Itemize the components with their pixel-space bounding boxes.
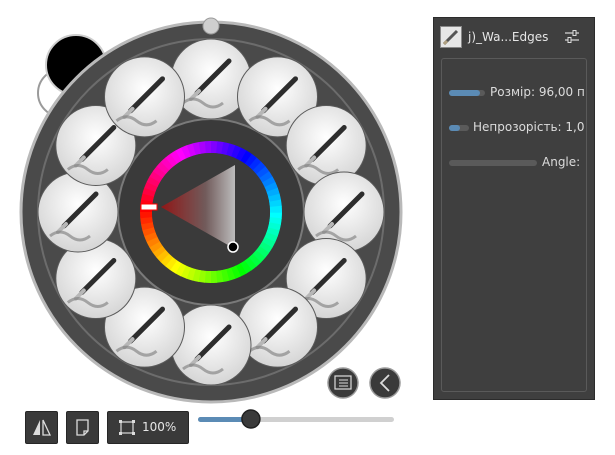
hue-segment [140,211,153,219]
brush-slot-fan-brush-preset[interactable] [104,56,185,138]
angle-slider-track [449,160,537,166]
size-slider-track [449,90,485,96]
size-slider-fill [449,90,480,96]
preset-thumbnail [440,26,462,48]
zoom-reset-button[interactable]: 100% [107,411,189,444]
rotate-handle[interactable] [202,17,220,35]
angle-slider-label: Angle: [542,155,581,169]
docker-header: j)_Wa...Edges [434,18,594,56]
mirror-canvas-button[interactable] [25,411,58,444]
canvas-icon [76,419,89,436]
hue-segment [269,205,283,213]
fit-to-view-icon [119,420,135,435]
color-cursor[interactable] [227,241,239,253]
hue-segment [204,141,212,154]
opacity-slider-track [449,125,469,131]
size-slider-label: Розмір: 96,00 п [490,85,585,99]
opacity-slider-label: Непрозорість: 1,0 [473,120,585,134]
opacity-slider-fill [449,125,460,131]
mirror-icon [33,419,52,436]
angle-slider[interactable]: Angle: [449,155,586,171]
zoom-level-label: 100% [142,420,177,434]
tag-selector-button[interactable] [327,367,359,399]
size-slider[interactable]: Розмір: 96,00 п [449,85,586,101]
zoom-slider[interactable] [198,409,394,429]
canvas-only-button[interactable] [66,411,99,444]
krita-canvas: j)_Wa...Edges Розмір: 96,00 п Непрозоріс… [0,0,615,455]
docker-sliders: Розмір: 96,00 п Непрозорість: 1,0 Angle: [441,58,587,392]
brush-docker-panel: j)_Wa...Edges Розмір: 96,00 п Непрозоріс… [433,17,595,400]
preset-settings-button[interactable] [562,27,582,47]
opacity-slider[interactable]: Непрозорість: 1,0 [449,120,586,136]
preset-name: j)_Wa...Edges [468,30,549,44]
zoom-slider-handle[interactable] [241,409,261,429]
hue-marker[interactable] [140,203,158,211]
hue-segment [210,270,218,283]
sliders-icon [565,30,579,43]
toggle-docker-button[interactable] [369,367,401,399]
